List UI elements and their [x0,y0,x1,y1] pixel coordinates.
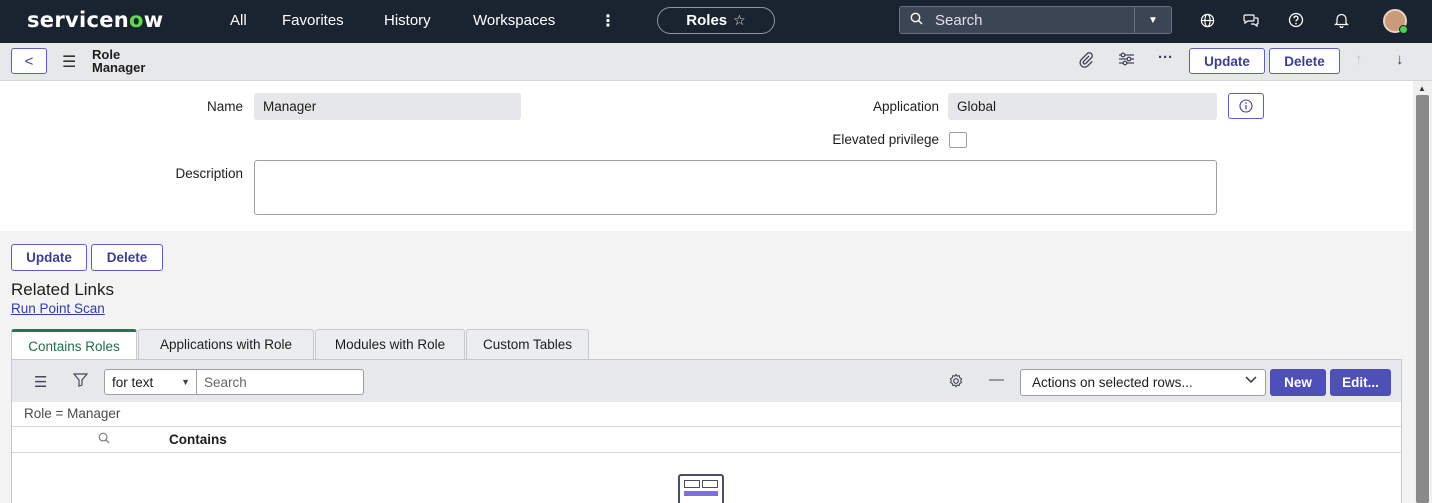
servicenow-logo[interactable]: servicenow [27,8,163,32]
form-header: < ☰ Role Manager ··· Update Delete ↑ ↓ [0,43,1432,81]
name-field[interactable]: Manager [254,93,521,120]
column-search-icon[interactable] [98,432,110,447]
nav-link-favorites[interactable]: Favorites [282,12,344,29]
global-search[interactable]: Search ▼ [899,6,1172,34]
filter-funnel-icon[interactable] [72,373,89,391]
search-icon [910,12,923,28]
column-header-contains[interactable]: Contains [169,432,227,447]
header-update-button[interactable]: Update [1189,48,1265,74]
actions-select-value: Actions on selected rows... [1032,375,1193,390]
list-search-input[interactable]: Search [196,369,364,395]
collapse-list-minus-icon[interactable]: — [989,371,1004,388]
nav-link-workspaces[interactable]: Workspaces [473,12,555,29]
form-context-menu-icon[interactable]: ☰ [62,52,76,72]
related-list-panel: ☰ for text ▼ Search — Actions on selecte… [11,359,1402,503]
logo-text-end: w [143,8,164,32]
tab-custom-tables[interactable]: Custom Tables [466,329,589,359]
search-field-selected-value: for text [112,374,154,390]
run-point-scan-link[interactable]: Run Point Scan [11,301,105,316]
context-pill-label: Roles [686,12,728,29]
related-links-heading: Related Links [11,280,115,299]
application-info-button[interactable] [1228,93,1264,119]
back-button[interactable]: < [11,48,47,74]
name-label: Name [206,99,243,114]
nav-link-history[interactable]: History [384,12,431,29]
illustration-block [684,480,700,488]
description-label: Description [175,166,243,181]
list-toolbar: ☰ for text ▼ Search — Actions on selecte… [12,360,1401,402]
header-delete-button[interactable]: Delete [1269,48,1340,74]
next-record-arrow-down-icon[interactable]: ↓ [1396,51,1404,68]
elevated-privilege-label: Elevated privilege [832,132,939,147]
elevated-privilege-checkbox[interactable] [949,132,967,148]
chevron-down-icon [1245,375,1257,387]
tab-applications-with-role[interactable]: Applications with Role [138,329,314,359]
top-navigation-bar: servicenow All Favorites History Workspa… [0,0,1432,43]
previous-record-arrow-up-icon[interactable]: ↑ [1355,51,1363,68]
user-avatar[interactable] [1383,9,1408,34]
favorite-star-icon[interactable]: ☆ [733,12,746,29]
attachment-paperclip-icon[interactable] [1078,52,1094,72]
tab-contains-roles[interactable]: Contains Roles [11,329,137,360]
search-field-select[interactable]: for text ▼ [104,369,197,395]
bottom-update-button[interactable]: Update [11,244,87,271]
list-settings-gear-icon[interactable] [948,373,964,393]
application-field[interactable]: Global [948,93,1217,120]
more-menu-icon[interactable]: ⋮ [600,11,616,31]
more-actions-ellipsis-icon[interactable]: ··· [1158,49,1173,66]
chat-icon[interactable] [1242,11,1260,29]
tab-modules-with-role[interactable]: Modules with Role [315,329,465,359]
logo-text-start: servicen [27,8,130,32]
scroll-up-arrow-icon[interactable]: ▲ [1418,84,1426,93]
context-pill-roles[interactable]: Roles ☆ [657,7,775,34]
caret-down-icon: ▼ [181,377,190,387]
description-textarea[interactable] [254,160,1217,215]
form-body: Name Manager Application Global Elevated… [0,81,1413,231]
form-title-record: Manager [92,60,146,75]
list-header-row: Contains [12,426,1401,453]
new-button[interactable]: New [1270,369,1326,396]
chevron-left-icon: < [24,52,34,70]
personalize-sliders-icon[interactable] [1118,52,1135,70]
globe-icon[interactable] [1198,11,1216,29]
nav-link-all[interactable]: All [230,12,247,29]
list-filter-breadcrumb[interactable]: Role = Manager [24,406,120,421]
notifications-bell-icon[interactable] [1332,11,1350,29]
application-label: Application [872,99,939,114]
list-context-menu-icon[interactable]: ☰ [34,373,47,391]
presence-online-icon [1399,25,1408,34]
empty-state-illustration [678,474,724,503]
search-scope-dropdown-icon[interactable]: ▼ [1134,7,1171,33]
actions-on-selected-rows-select[interactable]: Actions on selected rows... [1020,369,1266,396]
info-icon [1239,99,1253,113]
search-placeholder: Search [935,11,983,29]
help-icon[interactable] [1287,11,1305,29]
form-title: Role Manager [92,48,145,74]
edit-button[interactable]: Edit... [1330,369,1391,396]
illustration-block [702,480,718,488]
logo-accent-o: o [129,8,144,32]
illustration-bar [684,491,718,496]
bottom-delete-button[interactable]: Delete [91,244,163,271]
page-scrollbar[interactable]: ▲ [1413,81,1432,503]
scrollbar-thumb[interactable] [1416,95,1429,503]
